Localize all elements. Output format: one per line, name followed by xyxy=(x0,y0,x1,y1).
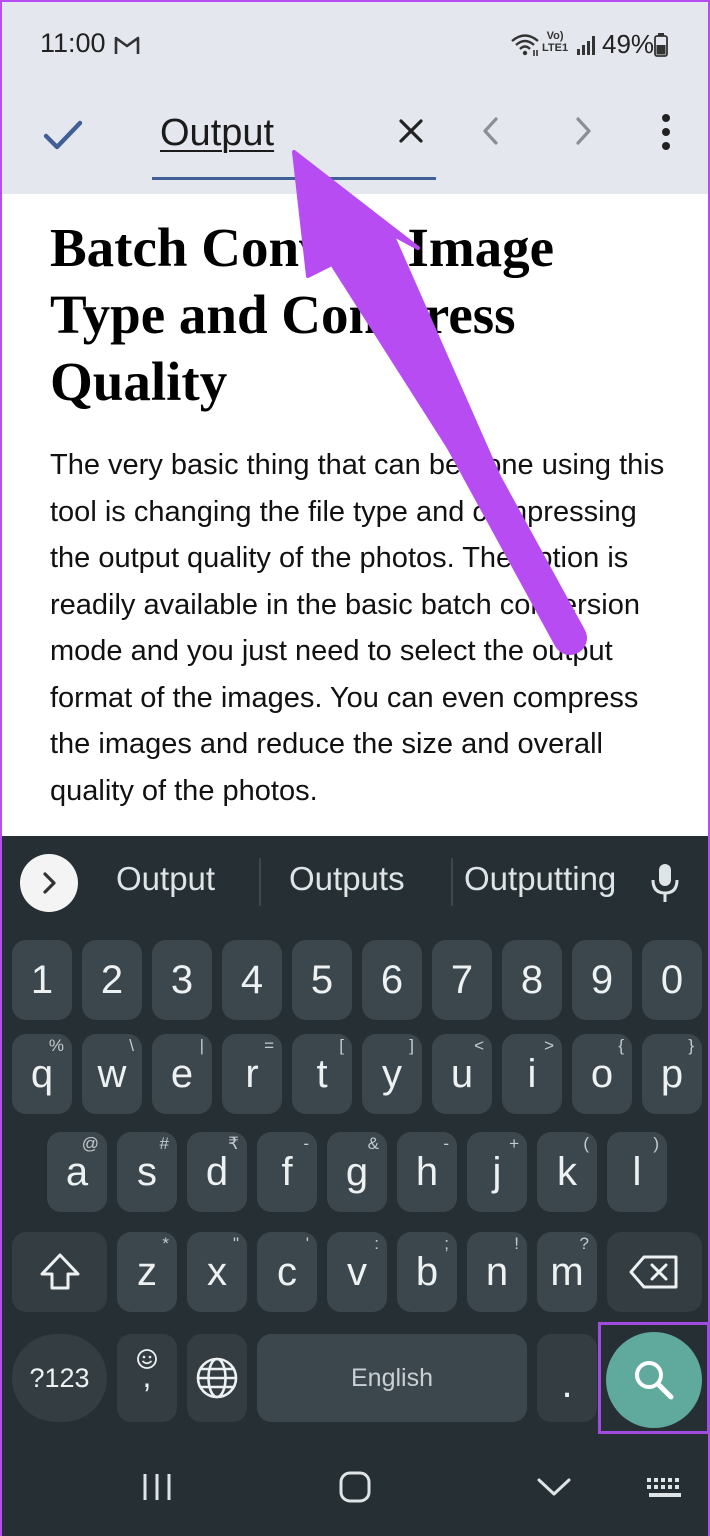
key-h[interactable]: -h xyxy=(397,1132,457,1212)
suggestion-1[interactable]: Output xyxy=(116,860,215,898)
key-w[interactable]: \ w xyxy=(82,1034,142,1114)
key-l[interactable]: ) l xyxy=(607,1132,667,1212)
key-y[interactable]: ] y xyxy=(362,1034,422,1114)
status-time: 11:00 xyxy=(40,28,106,58)
document-heading: Batch Convert Image Type and Compress Qu… xyxy=(50,217,555,412)
recents-icon[interactable] xyxy=(140,1472,174,1502)
key-v[interactable]: :v xyxy=(327,1232,387,1312)
key-o[interactable]: {o xyxy=(572,1034,632,1114)
suggestion-2[interactable]: Outputs xyxy=(289,860,405,898)
find-input-field[interactable]: Output xyxy=(152,98,436,180)
globe-icon xyxy=(196,1357,238,1399)
wifi-icon xyxy=(511,34,539,56)
key-m[interactable]: ? m xyxy=(537,1232,597,1312)
find-query-text[interactable]: Output xyxy=(160,112,274,155)
key-6[interactable]: 6 xyxy=(362,940,422,1020)
key-1[interactable]: 1 xyxy=(12,940,72,1020)
emoji-comma-key[interactable]: , xyxy=(117,1334,177,1422)
key-2[interactable]: 2 xyxy=(82,940,142,1020)
chevron-left-icon[interactable] xyxy=(476,114,506,148)
find-in-page-bar: Output xyxy=(2,88,708,194)
keyboard-switch-icon[interactable] xyxy=(646,1476,684,1500)
key-p[interactable]: } p xyxy=(642,1034,702,1114)
shift-icon xyxy=(40,1253,80,1290)
backspace-key[interactable] xyxy=(607,1232,702,1312)
key-n[interactable]: ! n xyxy=(467,1232,527,1312)
key-8[interactable]: 8 xyxy=(502,940,562,1020)
document-paragraph: The very basic thing that can be done us… xyxy=(50,449,665,807)
key-z[interactable]: * z xyxy=(117,1232,177,1312)
space-bar[interactable]: English xyxy=(257,1334,527,1422)
period-key[interactable]: . xyxy=(537,1334,597,1422)
key-i[interactable]: > i xyxy=(502,1034,562,1114)
key-5[interactable]: 5 xyxy=(292,940,352,1020)
symbols-key[interactable]: ?123 xyxy=(12,1334,107,1422)
suggestion-divider xyxy=(451,858,453,906)
key-f[interactable]: -f xyxy=(257,1132,317,1212)
key-d[interactable]: ₹ d xyxy=(187,1132,247,1212)
on-screen-keyboard: Output Outputs Outputting 1 2 3 4 5 6 7 … xyxy=(2,836,710,1536)
key-u[interactable]: < u xyxy=(432,1034,492,1114)
key-7[interactable]: 7 xyxy=(432,940,492,1020)
suggestion-expand-button[interactable] xyxy=(20,854,78,912)
chevron-right-icon[interactable] xyxy=(568,114,598,148)
key-x[interactable]: " x xyxy=(187,1232,247,1312)
microphone-icon[interactable] xyxy=(650,862,680,904)
document-content: Batch Convert Image Type and Compress Qu… xyxy=(2,194,708,836)
key-b[interactable]: ; b xyxy=(397,1232,457,1312)
key-a[interactable]: @ a xyxy=(47,1132,107,1212)
key-r[interactable]: = r xyxy=(222,1034,282,1114)
key-e[interactable]: | e xyxy=(152,1034,212,1114)
key-3[interactable]: 3 xyxy=(152,940,212,1020)
status-bar: 11:00 Vo) LTE1 49% xyxy=(2,2,708,88)
volte-indicator: Vo) LTE1 xyxy=(542,30,569,54)
battery-percentage: 49% xyxy=(602,29,655,59)
home-icon[interactable] xyxy=(338,1470,372,1504)
gmail-notification-icon xyxy=(114,36,140,54)
language-key[interactable] xyxy=(187,1334,247,1422)
search-icon xyxy=(635,1361,674,1400)
key-k[interactable]: (k xyxy=(537,1132,597,1212)
key-t[interactable]: [t xyxy=(292,1034,352,1114)
key-g[interactable]: & g xyxy=(327,1132,387,1212)
signal-strength-icon xyxy=(577,36,595,55)
key-4[interactable]: 4 xyxy=(222,940,282,1020)
key-q[interactable]: % q xyxy=(12,1034,72,1114)
key-0[interactable]: 0 xyxy=(642,940,702,1020)
backspace-icon xyxy=(629,1255,678,1289)
chevron-right-icon xyxy=(43,872,56,894)
search-key[interactable] xyxy=(606,1332,702,1428)
clear-icon[interactable] xyxy=(396,116,426,146)
key-c[interactable]: ' c xyxy=(257,1232,317,1312)
key-9[interactable]: 9 xyxy=(572,940,632,1020)
suggestion-3[interactable]: Outputting xyxy=(464,860,616,898)
key-j[interactable]: + j xyxy=(467,1132,527,1212)
battery-icon xyxy=(654,33,668,57)
shift-key[interactable] xyxy=(12,1232,107,1312)
more-vert-icon[interactable] xyxy=(654,112,678,152)
back-icon[interactable] xyxy=(536,1476,572,1498)
key-s[interactable]: # s xyxy=(117,1132,177,1212)
suggestion-divider xyxy=(259,858,261,906)
check-icon[interactable] xyxy=(42,114,84,156)
